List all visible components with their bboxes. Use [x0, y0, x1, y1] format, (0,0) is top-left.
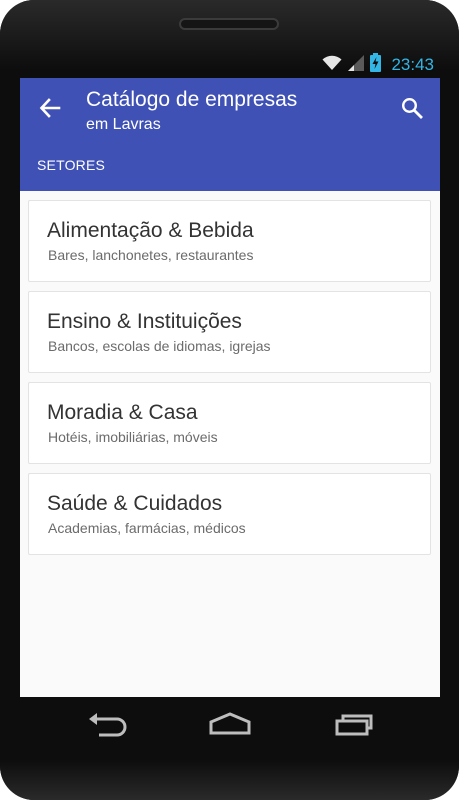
signal-icon: [348, 54, 365, 76]
sector-card-saude[interactable]: Saúde & Cuidados Academias, farmácias, m…: [28, 473, 431, 555]
app-bar: Catálogo de empresas em Lavras SETORES: [20, 78, 440, 191]
sector-subtitle: Hotéis, imobiliárias, móveis: [48, 429, 218, 445]
search-button[interactable]: [396, 94, 428, 126]
nav-recents-button[interactable]: [332, 711, 376, 741]
sector-title: Ensino & Instituições: [47, 310, 242, 333]
app-bar-titles: Catálogo de empresas em Lavras: [86, 87, 297, 136]
sector-subtitle: Bares, lanchonetes, restaurantes: [48, 247, 254, 263]
sector-title: Moradia & Casa: [47, 401, 198, 424]
wifi-icon: [322, 55, 342, 76]
nav-back-button[interactable]: [85, 711, 129, 741]
app-screen: Catálogo de empresas em Lavras SETORES A…: [20, 78, 440, 697]
battery-charging-icon: [370, 53, 382, 77]
nav-home-icon: [208, 711, 252, 741]
back-button[interactable]: [34, 94, 66, 126]
sector-title: Saúde & Cuidados: [47, 492, 223, 515]
status-icons: 23:43: [322, 52, 434, 78]
tab-setores[interactable]: SETORES: [37, 157, 105, 173]
sector-title: Alimentação & Bebida: [47, 219, 254, 242]
sector-card-alimentacao[interactable]: Alimentação & Bebida Bares, lanchonetes,…: [28, 200, 431, 282]
arrow-left-icon: [39, 97, 61, 124]
phone-frame: 23:43 Catálogo de empresas em Lavras SET…: [0, 0, 459, 800]
status-time: 23:43: [391, 55, 434, 74]
nav-recents-icon: [334, 712, 374, 741]
page-subtitle: em Lavras: [86, 116, 161, 133]
sector-subtitle: Academias, farmácias, médicos: [48, 520, 246, 536]
earpiece-speaker: [179, 18, 279, 30]
navigation-bar: [20, 697, 440, 757]
nav-home-button[interactable]: [208, 711, 252, 741]
page-title: Catálogo de empresas: [86, 88, 298, 111]
sector-card-moradia[interactable]: Moradia & Casa Hotéis, imobiliárias, móv…: [28, 382, 431, 464]
device-bottom-sheen: [0, 760, 459, 800]
nav-back-icon: [87, 711, 127, 742]
search-icon: [401, 97, 423, 124]
sector-subtitle: Bancos, escolas de idiomas, igrejas: [48, 338, 271, 354]
sector-list: Alimentação & Bebida Bares, lanchonetes,…: [28, 200, 431, 564]
sector-card-ensino[interactable]: Ensino & Instituições Bancos, escolas de…: [28, 291, 431, 373]
status-bar: 23:43: [20, 52, 440, 78]
